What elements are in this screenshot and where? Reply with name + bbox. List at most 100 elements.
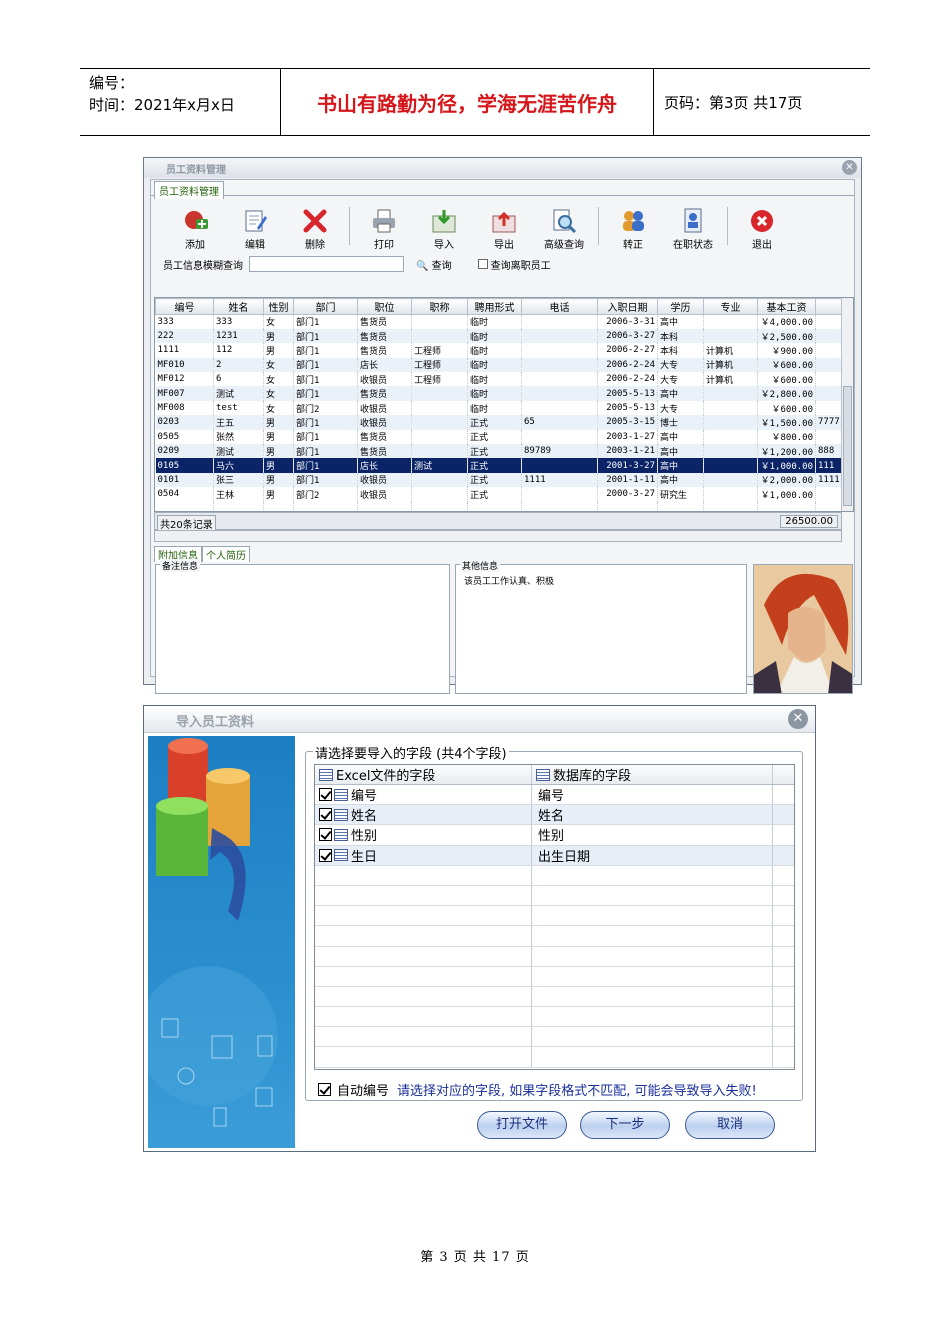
field-checkbox[interactable] (319, 848, 332, 862)
exit-button[interactable]: 退出 (732, 208, 792, 251)
toolbar: 添加 编辑 删除 打印 导入 导出 高级查询 转正 在职状态 退出 (151, 196, 854, 253)
field-checkbox[interactable] (319, 828, 332, 842)
close-icon[interactable]: ✕ (788, 709, 808, 729)
delete-button[interactable]: 删除 (285, 208, 345, 251)
table-cell: 888 (815, 444, 844, 459)
column-header[interactable]: 电话 (521, 298, 598, 315)
other-info-field[interactable]: 该员工工作认真、积极 (464, 574, 554, 587)
list-item[interactable]: 姓名 姓名 (315, 805, 794, 826)
excel-field-name: 生日 (351, 849, 378, 865)
column-header[interactable]: 聘用形式 (467, 298, 522, 315)
table-cell (815, 328, 844, 344)
table-row[interactable]: 0105 马六男部门1 店长 测试 正式 2001-3-27 高中 ￥1,000.00 111 (155, 458, 844, 473)
scroll-thumb[interactable] (843, 386, 852, 506)
table-cell (411, 444, 468, 459)
col-excel-header[interactable]: Excel文件的字段 (315, 765, 532, 784)
column-header[interactable]: 专业 (703, 298, 758, 315)
delete-label: 删除 (305, 240, 325, 251)
excel-field-cell (315, 986, 532, 1007)
table-cell: ￥600.00 (757, 372, 816, 387)
auto-number-checkbox[interactable] (318, 1083, 331, 1096)
table-cell (703, 314, 758, 329)
table-cell (815, 343, 844, 358)
close-icon[interactable]: ✕ (842, 160, 857, 175)
table-cell: 店长 (357, 357, 412, 373)
resigned-checkbox[interactable] (477, 259, 488, 269)
table-cell: ￥800.00 (757, 429, 816, 445)
cancel-button[interactable]: 取消 (685, 1111, 775, 1139)
table-row[interactable]: 333 333 女部门1 售货员 临时 2006-3-31 高中 ￥4,000.00 (155, 314, 844, 329)
tab-resume[interactable]: 个人简历 (202, 546, 250, 562)
column-header[interactable]: 基本工资 (757, 298, 816, 315)
column-header[interactable]: 编号 (155, 298, 214, 315)
table-cell: 收银员 (357, 372, 412, 387)
search-input[interactable] (249, 256, 404, 272)
vertical-scrollbar[interactable] (841, 298, 853, 511)
export-button[interactable]: 导出 (474, 208, 534, 251)
spacer-cell (773, 825, 794, 844)
table-cell (521, 372, 598, 387)
table-row[interactable]: MF012 6 女部门1 收银员 工程师 临时 2006-2-24 大专 计算机 ￥600.00 (155, 372, 844, 387)
table-cell: 男 (263, 444, 294, 459)
table-row[interactable]: MF008 test 女部门2 收银员 临时 2005-5-13 大专 ￥600.00 (155, 400, 844, 416)
table-cell: 临时 (467, 357, 522, 373)
db-field-cell[interactable]: 编号 (532, 785, 773, 805)
table-row[interactable]: 1111 112 男部门1 售货员 工程师 临时 2006-2-27 本科 计算机 ￥900.00 (155, 343, 844, 358)
table-cell (815, 314, 844, 329)
list-item[interactable]: 编号 编号 (315, 785, 794, 806)
db-field-cell[interactable]: 姓名 (532, 805, 773, 825)
export-label: 导出 (494, 240, 514, 251)
column-header[interactable]: 姓名 (213, 298, 264, 315)
table-row[interactable]: 222 1231 男部门1 售货员 临时 2006-3-27 本科 ￥2,500.00 (155, 328, 844, 344)
search-label: 员工信息模糊查询 (163, 260, 243, 272)
table-cell (155, 501, 214, 511)
edit-button[interactable]: 编辑 (225, 208, 285, 251)
table-row[interactable]: 0203 王五男部门1 收银员 正式 65 2005-3-15 博士 ￥1,500.00 777… (155, 415, 844, 430)
db-field-cell[interactable]: 性别 (532, 825, 773, 845)
field-checkbox[interactable] (319, 808, 332, 822)
list-item[interactable]: 生日 出生日期 (315, 845, 794, 866)
edit-document-icon (245, 210, 267, 232)
import-button[interactable]: 导入 (414, 208, 474, 251)
excel-field-cell (315, 865, 532, 885)
column-header[interactable]: 性别 (263, 298, 294, 315)
search-button[interactable]: 🔍 查询 (416, 257, 452, 272)
table-cell: 男 (263, 343, 294, 358)
table-cell: 部门1 (293, 458, 358, 473)
table-cell: 女 (263, 357, 294, 373)
horizontal-scrollbar[interactable] (154, 530, 842, 542)
regularize-button[interactable]: 转正 (603, 208, 663, 251)
print-button[interactable]: 打印 (354, 208, 414, 251)
table-cell (703, 472, 758, 488)
table-row[interactable]: 0209 测试男部门1 售货员 正式 89789 2003-1-21 高中 ￥1,200.00… (155, 444, 844, 459)
list-item[interactable]: 性别 性别 (315, 825, 794, 846)
list-item-empty (315, 986, 794, 1008)
col-db-header[interactable]: 数据库的字段 (532, 765, 773, 784)
list-item-empty (315, 1047, 794, 1068)
column-header[interactable]: 部门 (293, 298, 358, 315)
table-row[interactable]: MF007 测试女部门1 售货员 临时 2005-5-13 高中 ￥2,800.00 (155, 386, 844, 401)
spacer-cell (773, 785, 794, 804)
table-cell (597, 501, 658, 511)
open-file-button[interactable]: 打开文件 (477, 1111, 567, 1139)
column-header[interactable]: 学历 (657, 298, 704, 315)
excel-field-cell (315, 885, 532, 906)
field-checkbox[interactable] (319, 788, 332, 802)
employee-panel: 员工资料管理 添加 编辑 删除 打印 导入 导出 高级查询 转正 在职状态 退出… (150, 179, 855, 694)
table-row[interactable]: 0504 王林男部门2 收银员 正式 2000-3-27 研究生 ￥1,000.00 (155, 487, 844, 502)
search-button-label: 查询 (431, 260, 452, 272)
table-cell: 0504 (155, 487, 214, 502)
next-step-button[interactable]: 下一步 (580, 1111, 670, 1139)
column-header[interactable]: 职位 (357, 298, 412, 315)
status-button[interactable]: 在职状态 (663, 208, 723, 251)
table-row[interactable]: MF010 2 女部门1 店长 工程师 临时 2006-2-24 大专 计算机 ￥600.00 (155, 357, 844, 373)
db-field-cell[interactable]: 出生日期 (532, 845, 773, 865)
table-row[interactable]: 0505 张然男部门1 售货员 正式 2003-1-27 高中 ￥800.00 (155, 429, 844, 445)
table-cell: ￥1,200.00 (757, 444, 816, 459)
column-header[interactable]: 职称 (411, 298, 468, 315)
table-cell: 部门1 (293, 328, 358, 344)
add-button[interactable]: 添加 (165, 208, 225, 251)
advanced-search-button[interactable]: 高级查询 (534, 208, 594, 251)
column-header[interactable]: 入职日期 (597, 298, 658, 315)
table-row[interactable]: 0101 张三男部门1 收银员 正式 1111 2001-1-11 高中 ￥2,000.00 1… (155, 472, 844, 488)
